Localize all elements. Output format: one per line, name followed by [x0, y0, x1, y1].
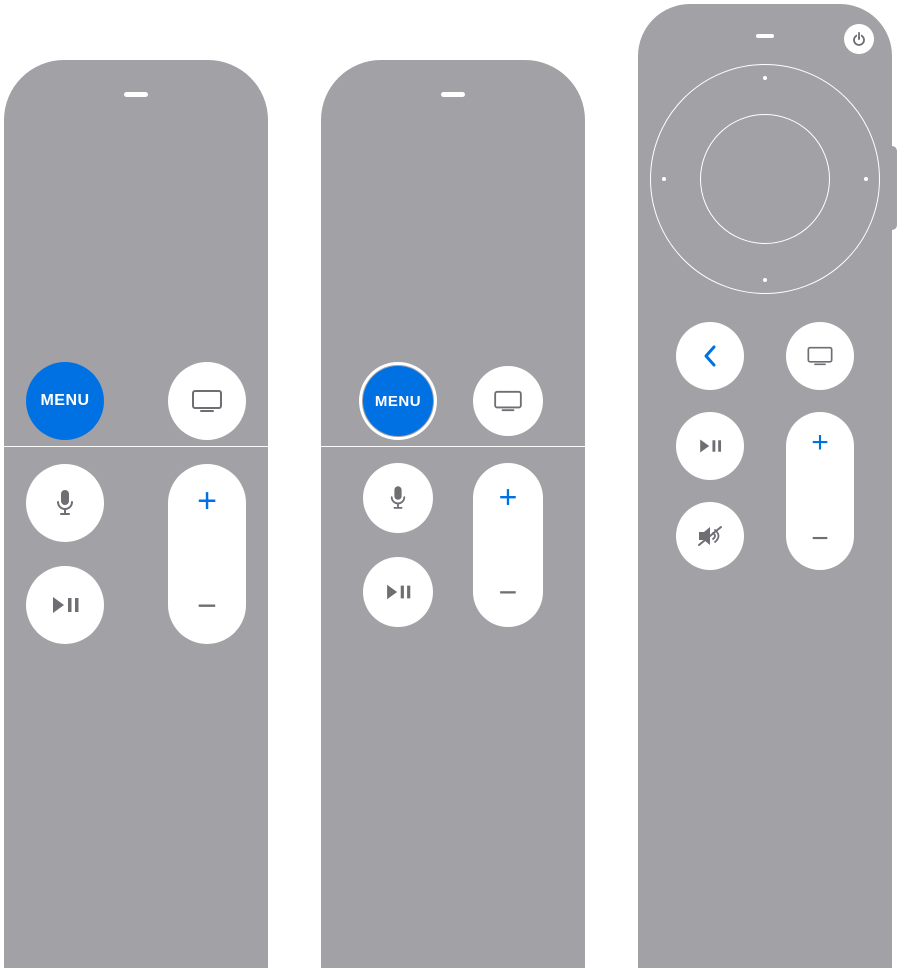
mic-button[interactable]: [26, 464, 104, 542]
mute-icon: [696, 524, 724, 548]
menu-button-label: MENU: [40, 392, 89, 410]
mute-button[interactable]: [676, 502, 744, 570]
remote-gen1-alt: MENU + −: [321, 60, 585, 968]
play-pause-button[interactable]: [26, 566, 104, 644]
menu-button[interactable]: MENU: [363, 366, 433, 436]
mic-slot: [124, 92, 148, 97]
touchpad-divider: [321, 446, 585, 447]
play-pause-icon: [50, 594, 80, 616]
clickpad-dot-right: [864, 177, 868, 181]
tv-button[interactable]: [786, 322, 854, 390]
tv-icon: [806, 346, 834, 366]
tv-button[interactable]: [168, 362, 246, 440]
volume-down[interactable]: −: [811, 522, 829, 556]
microphone-icon: [389, 484, 407, 512]
back-button[interactable]: [676, 322, 744, 390]
mic-slot: [756, 34, 774, 38]
remote-gen2: + −: [638, 4, 892, 968]
volume-up[interactable]: +: [499, 479, 518, 516]
mic-slot: [441, 92, 465, 97]
tv-button[interactable]: [473, 366, 543, 436]
remote-gen1: MENU + −: [4, 60, 268, 968]
clickpad-dot-left: [662, 177, 666, 181]
menu-button-label: MENU: [375, 393, 421, 410]
clickpad-center[interactable]: [700, 114, 830, 244]
siri-side-button[interactable]: [892, 146, 897, 230]
clickpad-dot-up: [763, 76, 767, 80]
volume-down[interactable]: −: [499, 574, 518, 611]
volume-rocker[interactable]: + −: [786, 412, 854, 570]
power-button[interactable]: [844, 24, 874, 54]
power-icon: [851, 31, 867, 47]
volume-rocker[interactable]: + −: [473, 463, 543, 627]
volume-rocker[interactable]: + −: [168, 464, 246, 644]
menu-button[interactable]: MENU: [26, 362, 104, 440]
volume-down[interactable]: −: [197, 587, 217, 626]
play-pause-icon: [697, 437, 723, 455]
volume-up[interactable]: +: [197, 482, 217, 521]
microphone-icon: [55, 488, 75, 518]
volume-up[interactable]: +: [811, 426, 829, 460]
touchpad-divider: [4, 446, 268, 447]
chevron-left-icon: [702, 344, 718, 368]
clickpad-dot-down: [763, 278, 767, 282]
play-pause-button[interactable]: [676, 412, 744, 480]
play-pause-button[interactable]: [363, 557, 433, 627]
tv-icon: [493, 390, 523, 412]
mic-button[interactable]: [363, 463, 433, 533]
play-pause-icon: [384, 582, 412, 602]
tv-icon: [191, 389, 223, 413]
